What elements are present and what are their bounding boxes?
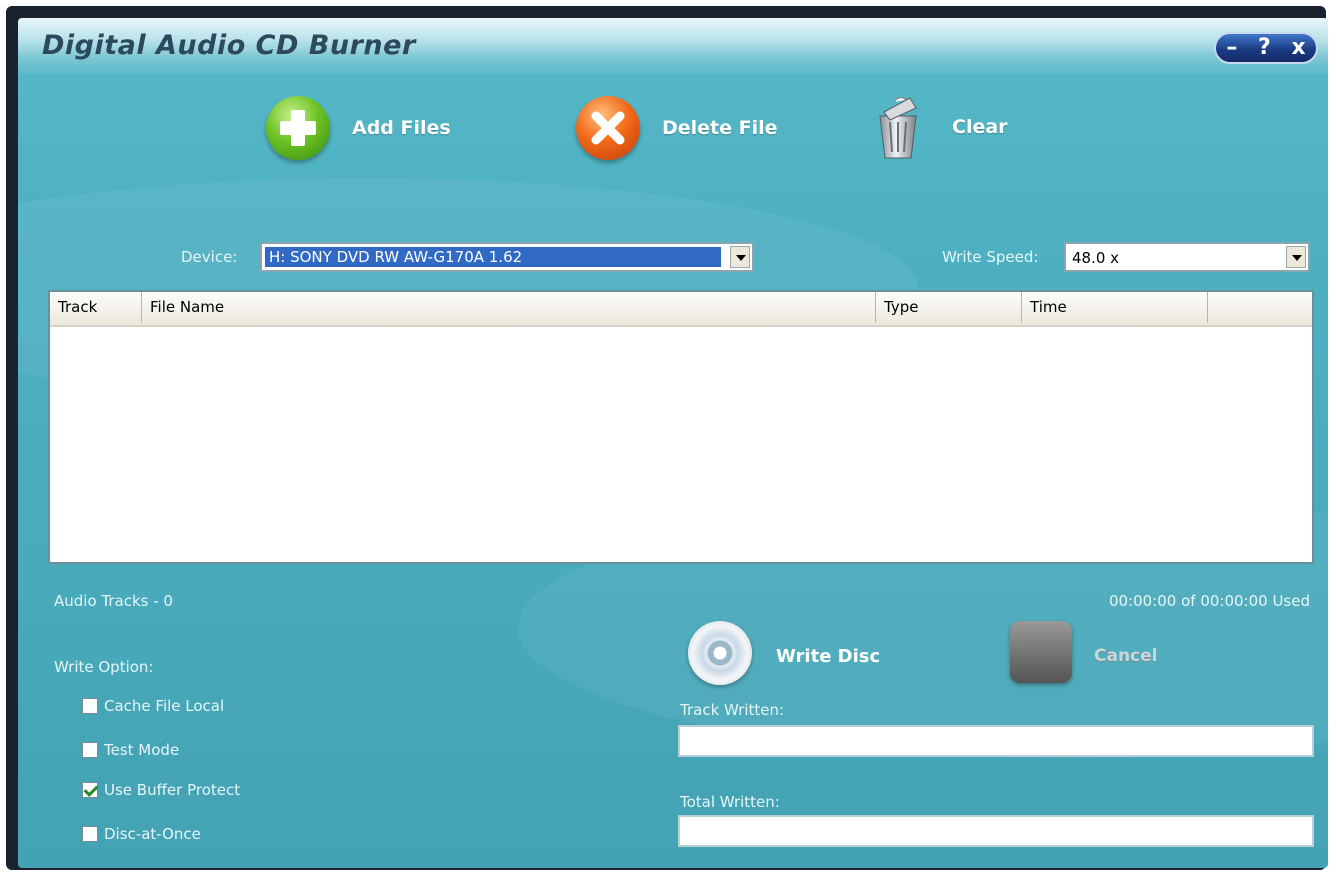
- window-controls: – ? x: [1214, 32, 1318, 64]
- device-select[interactable]: H: SONY DVD RW AW-G170A 1.62: [260, 242, 754, 272]
- column-header-time[interactable]: Time: [1022, 292, 1208, 323]
- cache-file-local-label: Cache File Local: [104, 697, 225, 715]
- write-speed-dropdown-arrow-icon[interactable]: [1286, 246, 1306, 268]
- audio-tracks-count: Audio Tracks - 0: [54, 592, 173, 610]
- option-use-buffer-protect[interactable]: Use Buffer Protect: [82, 781, 240, 799]
- delete-file-button[interactable]: Delete File: [576, 96, 778, 160]
- time-used-readout: 00:00:00 of 00:00:00 Used: [1108, 592, 1310, 610]
- track-written-label: Track Written:: [680, 701, 785, 719]
- use-buffer-protect-label: Use Buffer Protect: [104, 781, 241, 799]
- device-value: H: SONY DVD RW AW-G170A 1.62: [265, 247, 721, 267]
- cache-file-local-checkbox[interactable]: [82, 698, 98, 714]
- add-files-label: Add Files: [352, 117, 451, 139]
- write-disc-cd-icon[interactable]: [688, 621, 752, 685]
- add-files-button[interactable]: Add Files: [266, 96, 451, 160]
- cancel-button[interactable]: Cancel: [1094, 646, 1157, 666]
- delete-file-label: Delete File: [662, 117, 778, 139]
- track-written-progress-bar: [678, 725, 1314, 757]
- column-header-track[interactable]: Track: [50, 292, 142, 323]
- device-label: Device:: [181, 248, 238, 266]
- plus-icon: [266, 96, 330, 160]
- title-bar[interactable]: Digital Audio CD Burner – ? x: [18, 18, 1328, 74]
- column-header-blank: [1208, 292, 1312, 323]
- clear-label: Clear: [952, 116, 1008, 138]
- close-button[interactable]: x: [1291, 37, 1305, 59]
- app-title: Digital Audio CD Burner: [42, 30, 416, 61]
- test-mode-label: Test Mode: [104, 741, 180, 759]
- clear-button[interactable]: Clear: [870, 92, 1008, 162]
- track-list-header: Track File Name Type Time: [50, 292, 1312, 327]
- test-mode-checkbox[interactable]: [82, 742, 98, 758]
- option-cache-file-local[interactable]: Cache File Local: [82, 697, 224, 715]
- delete-x-icon: [576, 96, 640, 160]
- track-list[interactable]: Track File Name Type Time: [48, 290, 1314, 564]
- write-option-heading: Write Option:: [54, 658, 154, 676]
- write-disc-button[interactable]: Write Disc: [776, 646, 880, 667]
- write-speed-label: Write Speed:: [942, 248, 1039, 266]
- device-dropdown-arrow-icon[interactable]: [730, 246, 750, 268]
- total-written-label: Total Written:: [680, 793, 780, 811]
- option-disc-at-once[interactable]: Disc-at-Once: [82, 825, 201, 843]
- trash-can-icon: [870, 92, 926, 162]
- minimize-button[interactable]: –: [1226, 37, 1237, 59]
- option-test-mode[interactable]: Test Mode: [82, 741, 179, 759]
- write-speed-select[interactable]: 48.0 x: [1064, 242, 1310, 272]
- disc-at-once-label: Disc-at-Once: [104, 825, 201, 843]
- disc-at-once-checkbox[interactable]: [82, 826, 98, 842]
- window-client-area: Digital Audio CD Burner – ? x Add Files: [18, 18, 1328, 868]
- column-header-file-name[interactable]: File Name: [142, 292, 876, 323]
- app-window: Digital Audio CD Burner – ? x Add Files: [6, 6, 1328, 870]
- track-list-body: [50, 327, 1312, 562]
- total-written-progress-bar: [678, 815, 1314, 847]
- cancel-stop-icon[interactable]: [1010, 621, 1072, 683]
- write-speed-value: 48.0 x: [1072, 249, 1120, 267]
- use-buffer-protect-checkbox[interactable]: [82, 782, 98, 798]
- help-button[interactable]: ?: [1258, 37, 1271, 59]
- column-header-type[interactable]: Type: [876, 292, 1022, 323]
